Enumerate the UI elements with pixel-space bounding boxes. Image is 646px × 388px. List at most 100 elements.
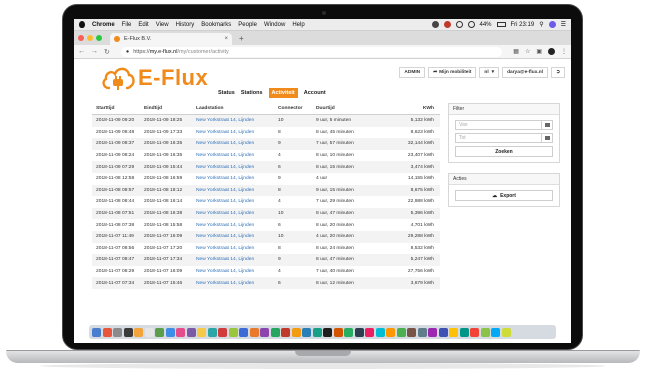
dock-app-icon[interactable] xyxy=(354,327,364,337)
dock-app-icon[interactable] xyxy=(470,327,479,337)
dock-app-icon[interactable] xyxy=(165,327,175,337)
table-row[interactable]: 2018-11-08 12:58 2018-11-08 16:59 New York… xyxy=(92,173,440,185)
column-header-laadstation[interactable]: Laadstation xyxy=(196,106,278,111)
dock-app-icon[interactable] xyxy=(113,327,122,337)
dock-app-icon[interactable] xyxy=(134,327,143,337)
column-header-kwh[interactable]: KWh xyxy=(380,106,440,111)
to-date-input[interactable]: Tot xyxy=(455,133,553,143)
new-tab-button[interactable]: + xyxy=(239,34,244,43)
battery-icon[interactable] xyxy=(496,22,506,27)
table-row[interactable]: 2018-11-08 07:38 2018-11-08 15:58 New York… xyxy=(92,219,440,231)
browser-menu-icon[interactable]: ⋮ xyxy=(561,48,567,55)
dock-app-icon[interactable] xyxy=(281,327,290,337)
menu-window[interactable]: Window xyxy=(264,22,285,28)
menu-history[interactable]: History xyxy=(176,22,195,28)
status-app-icon[interactable] xyxy=(431,21,439,28)
menubar-clock[interactable]: Fri 23:19 xyxy=(511,22,535,28)
reload-icon[interactable]: ↻ xyxy=(104,48,110,56)
search-button[interactable]: Zoeken xyxy=(455,146,553,157)
menubar-app-name[interactable]: Chrome xyxy=(92,22,115,28)
apple-icon[interactable] xyxy=(79,21,85,28)
dock-app-icon[interactable] xyxy=(155,327,164,337)
browser-tab[interactable]: E-Flux B.V. × xyxy=(110,33,232,45)
dock-app-icon[interactable] xyxy=(302,327,311,337)
dock-app-icon[interactable] xyxy=(249,327,259,337)
station-link[interactable]: New Yorkstraat 14, Lijnden xyxy=(196,130,278,135)
table-row[interactable]: 2018-11-07 08:47 2018-11-07 17:34 New York… xyxy=(92,254,440,266)
dock-app-icon[interactable] xyxy=(459,327,469,337)
siri-icon[interactable] xyxy=(548,21,556,28)
table-row[interactable]: 2018-11-07 08:56 2018-11-07 17:20 New York… xyxy=(92,243,440,255)
dock-app-icon[interactable] xyxy=(123,327,133,337)
dock-app-icon[interactable] xyxy=(344,327,353,337)
station-link[interactable]: New Yorkstraat 14, Lijnden xyxy=(196,234,278,239)
back-arrow-icon[interactable]: ← xyxy=(78,48,85,55)
dock-app-icon[interactable] xyxy=(501,327,511,337)
dock-app-icon[interactable] xyxy=(396,327,406,337)
address-bar[interactable]: ● https:// my.e-flux.nl /my/customer/act… xyxy=(120,46,503,57)
station-link[interactable]: New Yorkstraat 14, Lijnden xyxy=(196,211,278,216)
maximize-window-button[interactable] xyxy=(96,35,102,41)
station-link[interactable]: New Yorkstraat 14, Lijnden xyxy=(196,223,278,228)
close-tab-icon[interactable]: × xyxy=(224,36,228,42)
dock-app-icon[interactable] xyxy=(407,327,416,337)
calendar-icon[interactable] xyxy=(541,134,552,142)
dock-app-icon[interactable] xyxy=(333,327,343,337)
station-link[interactable]: New Yorkstraat 14, Lijnden xyxy=(196,153,278,158)
table-row[interactable]: 2018-11-09 08:37 2018-11-09 16:35 New York… xyxy=(92,138,440,150)
dock-app-icon[interactable] xyxy=(102,327,112,337)
admin-button[interactable]: ADMIN xyxy=(399,67,426,78)
dock-app-icon[interactable] xyxy=(176,327,185,337)
nav-activiteit[interactable]: Activiteit xyxy=(268,88,298,98)
dock-app-icon[interactable] xyxy=(428,327,437,337)
mobility-button[interactable]: ➦ Mijn mobiliteit xyxy=(428,67,477,78)
language-dropdown[interactable]: nl ▾ xyxy=(479,67,500,78)
profile-avatar-icon[interactable] xyxy=(548,48,555,55)
menu-people[interactable]: People xyxy=(238,22,257,28)
dock-app-icon[interactable] xyxy=(365,327,374,337)
table-row[interactable]: 2018-11-07 11:49 2018-11-07 16:09 New York… xyxy=(92,230,440,243)
status-info-icon[interactable] xyxy=(455,21,463,28)
dock-app-icon[interactable] xyxy=(270,327,280,337)
nav-status[interactable]: Status xyxy=(218,90,235,96)
battery-percentage[interactable]: 44% xyxy=(480,22,492,28)
dock-app-icon[interactable] xyxy=(375,327,385,337)
table-row[interactable]: 2018-11-07 08:29 2018-11-07 16:09 New York… xyxy=(92,266,440,278)
dock-app-icon[interactable] xyxy=(260,327,269,337)
extension-icon[interactable]: ▣ xyxy=(536,48,542,55)
user-account-button[interactable]: darya@e-flux.nl xyxy=(502,67,548,78)
station-link[interactable]: New Yorkstraat 14, Lijnden xyxy=(196,269,278,274)
close-window-button[interactable] xyxy=(78,35,84,41)
menu-file[interactable]: File xyxy=(122,22,132,28)
table-row[interactable]: 2018-11-09 09:20 2018-11-09 18:25 New York… xyxy=(92,115,440,127)
station-link[interactable]: New Yorkstraat 14, Lijnden xyxy=(196,281,278,286)
station-link[interactable]: New Yorkstraat 14, Lijnden xyxy=(196,118,278,123)
table-row[interactable]: 2018-11-09 08:48 2018-11-09 17:33 New York… xyxy=(92,127,440,139)
station-link[interactable]: New Yorkstraat 14, Lijnden xyxy=(196,246,278,251)
table-row[interactable]: 2018-11-07 07:34 2018-11-07 15:46 New York… xyxy=(92,277,440,289)
dock-app-icon[interactable] xyxy=(207,327,217,337)
table-row[interactable]: 2018-11-08 08:57 2018-11-08 18:12 New York… xyxy=(92,184,440,197)
nav-account[interactable]: Account xyxy=(304,90,326,96)
wifi-icon[interactable] xyxy=(467,21,475,28)
dock-app-icon[interactable] xyxy=(92,327,101,337)
calendar-icon[interactable] xyxy=(541,121,552,129)
station-link[interactable]: New Yorkstraat 14, Lijnden xyxy=(196,257,278,262)
dock-app-icon[interactable] xyxy=(186,327,196,337)
table-row[interactable]: 2018-11-08 08:44 2018-11-08 16:14 New York… xyxy=(92,196,440,208)
column-header-eindtijd[interactable]: Eindtijd xyxy=(144,106,196,111)
station-link[interactable]: New Yorkstraat 14, Lijnden xyxy=(196,199,278,204)
nav-stations[interactable]: Stations xyxy=(241,90,263,96)
column-header-duurtijd[interactable]: Duurtijd xyxy=(316,106,380,111)
from-date-input[interactable]: Van xyxy=(455,120,553,130)
table-row[interactable]: 2018-11-09 07:29 2018-11-09 15:44 New York… xyxy=(92,161,440,173)
column-header-starttijd[interactable]: Starttijd xyxy=(92,106,144,111)
spotlight-search-icon[interactable]: ⚲ xyxy=(539,21,543,28)
table-row[interactable]: 2018-11-08 07:51 2018-11-08 16:38 New York… xyxy=(92,207,440,220)
status-record-icon[interactable] xyxy=(443,21,451,28)
minimize-window-button[interactable] xyxy=(87,35,93,41)
logout-icon[interactable]: ➲ xyxy=(550,67,565,78)
export-button[interactable]: ☁ Export xyxy=(455,190,553,201)
dock-app-icon[interactable] xyxy=(491,327,500,337)
dock-app-icon[interactable] xyxy=(480,327,490,337)
